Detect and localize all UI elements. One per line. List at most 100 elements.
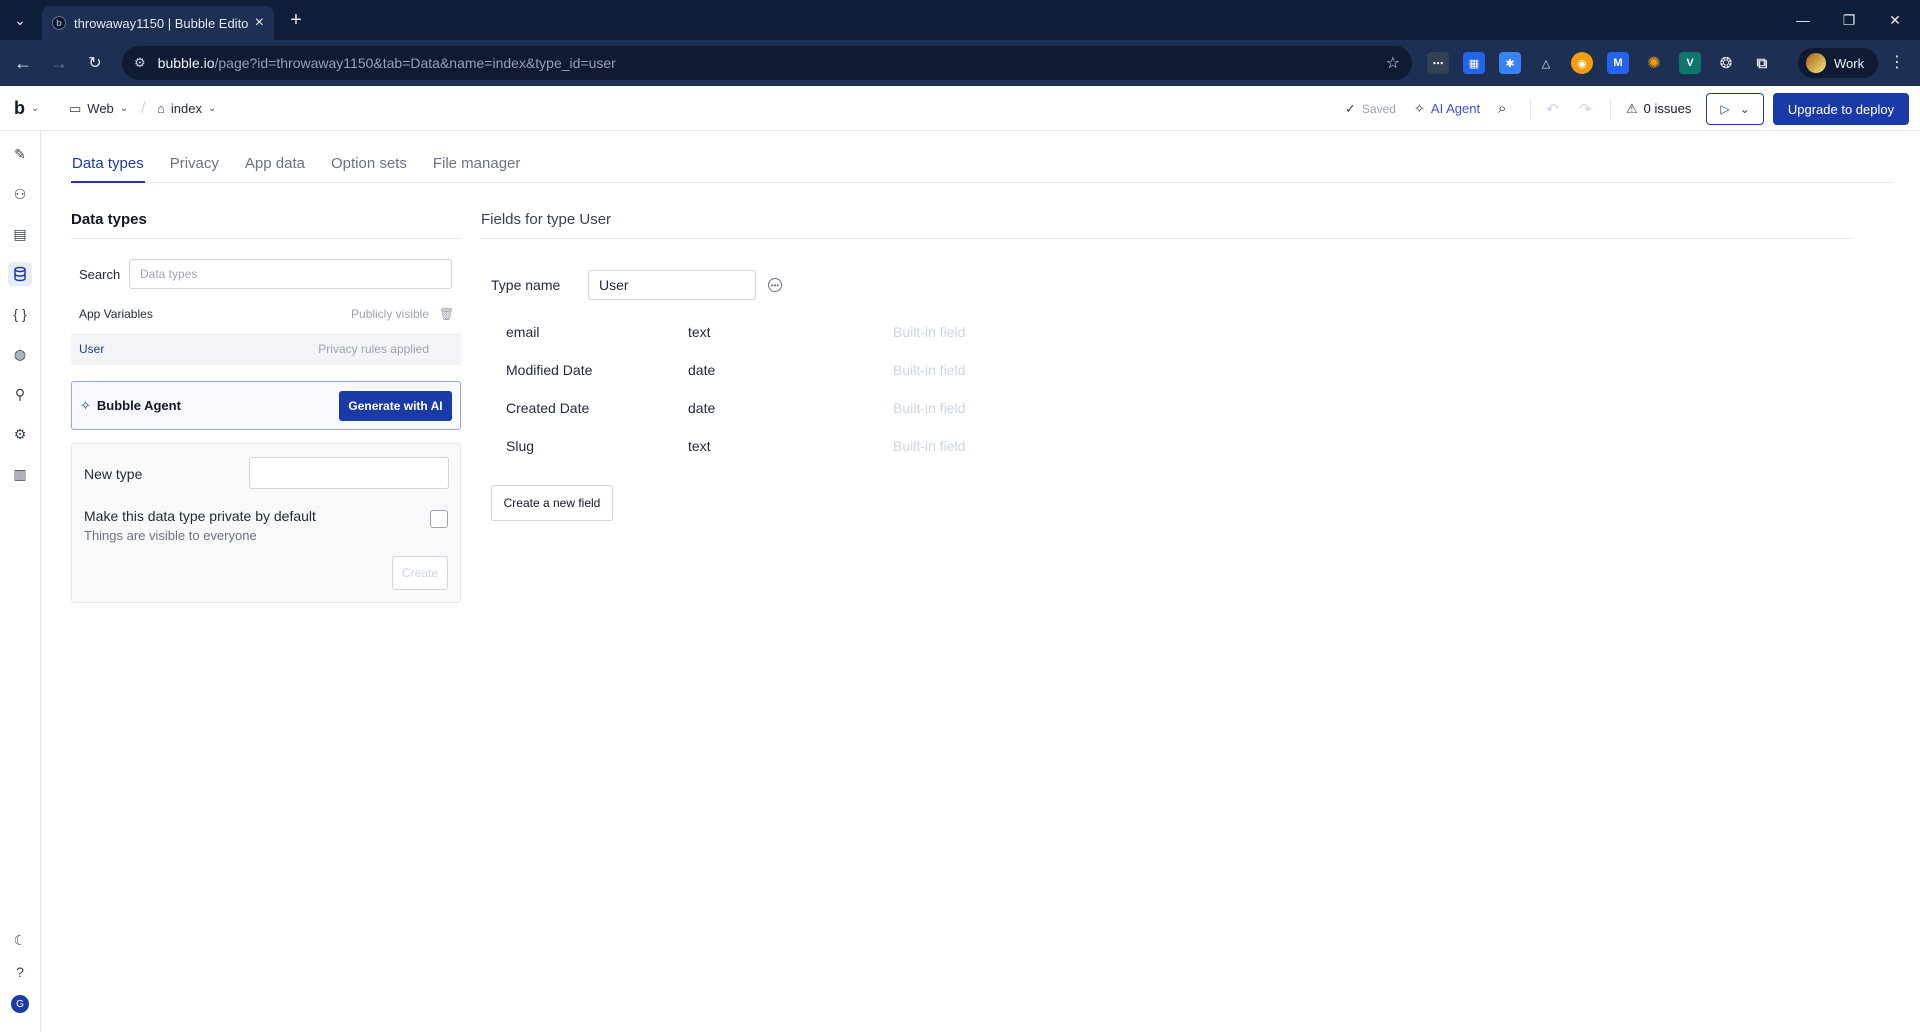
field-type: date bbox=[688, 400, 716, 416]
monitor-icon: ▭ bbox=[69, 100, 82, 116]
type-name-input[interactable] bbox=[588, 270, 756, 300]
browser-toolbar: ← → ↻ ⚙ bubble.io/page?id=throwaway1150&… bbox=[0, 40, 1920, 86]
extension-circle-icon[interactable]: ◉ bbox=[1571, 52, 1593, 74]
field-row[interactable]: email text Built-in field bbox=[506, 313, 1106, 351]
data-types-search: Search bbox=[79, 259, 452, 289]
save-status: ✓ Saved bbox=[1345, 86, 1396, 131]
profile-label: Work bbox=[1834, 55, 1865, 71]
trash-icon[interactable]: 🗑 bbox=[439, 307, 454, 321]
header-divider bbox=[1610, 98, 1611, 120]
browser-menu-icon[interactable]: ⋮ bbox=[1886, 52, 1908, 72]
help-icon[interactable]: ? bbox=[8, 960, 32, 984]
bubble-agent-panel: ✧ Bubble Agent Generate with AI bbox=[71, 381, 461, 430]
warning-icon: ⚠ bbox=[1626, 100, 1638, 116]
issues-button[interactable]: ⚠ 0 issues bbox=[1626, 86, 1691, 131]
type-name-row: Type name ••• bbox=[491, 270, 782, 300]
data-type-name: User bbox=[79, 342, 105, 356]
extension-board-icon[interactable]: ▦ bbox=[1463, 52, 1485, 74]
account-avatar[interactable]: G bbox=[8, 992, 32, 1016]
comment-icon[interactable]: ••• bbox=[768, 278, 782, 292]
chevron-down-icon: ⌄ bbox=[31, 103, 40, 114]
tab-app-data[interactable]: App data bbox=[244, 153, 306, 183]
tab-privacy[interactable]: Privacy bbox=[169, 153, 220, 183]
field-type: text bbox=[688, 324, 711, 340]
field-name: email bbox=[506, 324, 540, 340]
back-icon[interactable]: ← bbox=[10, 50, 36, 76]
data-types-heading: Data types bbox=[71, 211, 461, 239]
plugins-icon[interactable]: ⚲ bbox=[8, 382, 32, 406]
private-by-default-checkbox[interactable] bbox=[430, 510, 448, 528]
layout-icon[interactable]: ▤ bbox=[8, 222, 32, 246]
field-row[interactable]: Slug text Built-in field bbox=[506, 427, 1106, 465]
header-divider bbox=[1530, 98, 1531, 120]
data-database-icon[interactable] bbox=[8, 262, 32, 286]
fields-heading: Fields for type User bbox=[481, 211, 1851, 239]
ai-agent-label: AI Agent bbox=[1430, 101, 1481, 116]
data-type-row-app-variables[interactable]: App Variables Publicly visible 🗑 bbox=[71, 298, 461, 330]
site-info-icon[interactable]: ⚙ bbox=[134, 55, 146, 71]
tab-close-icon[interactable]: × bbox=[255, 14, 264, 32]
create-new-field-button[interactable]: Create a new field bbox=[491, 485, 613, 521]
platform-dropdown[interactable]: ▭ Web ⌄ bbox=[69, 86, 128, 131]
window-close-icon[interactable]: ✕ bbox=[1872, 6, 1918, 34]
design-pencil-icon[interactable]: ✎ bbox=[8, 142, 32, 166]
extension-dots-icon[interactable]: ⋯ bbox=[1427, 52, 1449, 74]
field-note: Built-in field bbox=[893, 362, 966, 378]
new-type-input[interactable] bbox=[249, 457, 449, 489]
tab-option-sets[interactable]: Option sets bbox=[330, 153, 408, 183]
new-tab-icon[interactable]: + bbox=[284, 8, 308, 32]
extension-burst-icon[interactable]: ✺ bbox=[1643, 52, 1665, 74]
bubble-menu[interactable]: b ⌄ bbox=[14, 86, 39, 131]
bookmark-star-icon[interactable]: ☆ bbox=[1386, 53, 1400, 73]
restore-icon[interactable]: ❐ bbox=[1826, 6, 1872, 34]
extension-v-icon[interactable]: V bbox=[1679, 52, 1701, 74]
field-note: Built-in field bbox=[893, 400, 966, 416]
redo-icon[interactable]: ↷ bbox=[1579, 86, 1592, 131]
forward-icon[interactable]: → bbox=[46, 50, 72, 76]
magic-wand-icon: ✧ bbox=[80, 397, 91, 413]
logs-chart-icon[interactable]: ▥ bbox=[8, 462, 32, 486]
new-type-form: New type Make this data type private by … bbox=[71, 443, 461, 603]
generate-with-ai-button[interactable]: Generate with AI bbox=[339, 390, 452, 421]
minimize-icon[interactable]: — bbox=[1780, 6, 1826, 34]
field-name: Modified Date bbox=[506, 362, 593, 378]
data-types-search-input[interactable] bbox=[129, 259, 452, 289]
data-type-row-user[interactable]: User Privacy rules applied bbox=[71, 333, 461, 365]
url-path: /page?id=throwaway1150&tab=Data&name=ind… bbox=[214, 55, 616, 71]
field-row[interactable]: Modified Date date Built-in field bbox=[506, 351, 1106, 389]
dark-mode-moon-icon[interactable]: ☾ bbox=[8, 928, 32, 952]
tab-file-manager[interactable]: File manager bbox=[432, 153, 522, 183]
chevron-down-icon: ⌄ bbox=[119, 103, 129, 114]
url-host: bubble.io bbox=[157, 55, 215, 71]
private-by-default-hint: Things are visible to everyone bbox=[84, 528, 257, 543]
data-type-visibility: Privacy rules applied bbox=[318, 342, 429, 356]
undo-icon[interactable]: ↶ bbox=[1546, 86, 1559, 131]
home-icon: ⌂ bbox=[157, 101, 165, 116]
settings-gear-icon[interactable]: ⚙ bbox=[8, 422, 32, 446]
tab-data-types[interactable]: Data types bbox=[71, 153, 145, 183]
extensions-puzzle-icon[interactable]: ⧉ bbox=[1751, 52, 1773, 74]
styles-braces-icon[interactable]: { } bbox=[8, 302, 32, 326]
page-label: index bbox=[170, 101, 202, 116]
bubble-agent-title: Bubble Agent bbox=[96, 398, 181, 413]
search-icon[interactable]: ⌕ bbox=[1498, 86, 1506, 131]
extension-triangle-icon[interactable]: △ bbox=[1535, 52, 1557, 74]
type-name-label: Type name bbox=[491, 277, 561, 293]
create-type-button[interactable]: Create bbox=[392, 556, 448, 590]
globe-icon[interactable]: ◍ bbox=[8, 342, 32, 366]
field-row[interactable]: Created Date date Built-in field bbox=[506, 389, 1106, 427]
extension-m-icon[interactable]: M bbox=[1607, 52, 1629, 74]
extension-gear-icon[interactable]: ✱ bbox=[1499, 52, 1521, 74]
reload-icon[interactable]: ↻ bbox=[82, 50, 108, 76]
field-type: text bbox=[688, 438, 711, 454]
ai-agent-button[interactable]: ✧ AI Agent bbox=[1414, 86, 1480, 131]
tab-search-icon[interactable]: ⌄ bbox=[8, 8, 32, 32]
workflow-icon[interactable]: ⚇ bbox=[8, 182, 32, 206]
page-dropdown[interactable]: ⌂ index ⌄ bbox=[157, 86, 216, 131]
address-bar[interactable]: ⚙ bubble.io/page?id=throwaway1150&tab=Da… bbox=[122, 46, 1412, 80]
extension-openai-icon[interactable]: ❂ bbox=[1715, 52, 1737, 74]
profile-button[interactable]: Work bbox=[1798, 48, 1878, 78]
upgrade-button[interactable]: Upgrade to deploy bbox=[1773, 93, 1909, 125]
preview-button[interactable]: ▷ ⌄ bbox=[1706, 93, 1764, 125]
browser-tab-active[interactable]: b throwaway1150 | Bubble Editor × bbox=[42, 6, 274, 40]
